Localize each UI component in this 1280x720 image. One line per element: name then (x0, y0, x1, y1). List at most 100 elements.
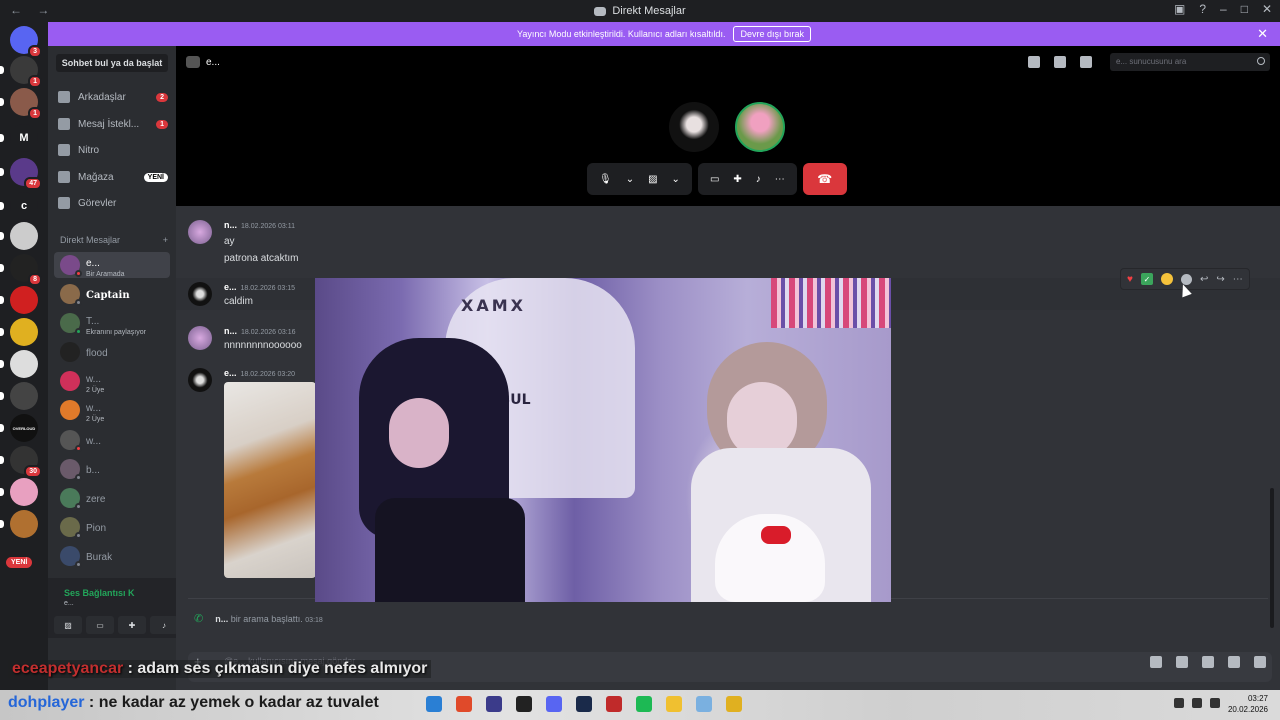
minimize-button[interactable]: – (1220, 2, 1227, 16)
dm-item[interactable]: zere (54, 485, 170, 511)
app-icon[interactable] (696, 696, 712, 712)
search-input[interactable]: e... sunucusunu ara (1110, 53, 1270, 71)
dm-item[interactable]: w... (54, 427, 170, 453)
author-name[interactable]: e... (224, 282, 237, 292)
dm-item[interactable]: w... 2 Üye (54, 397, 170, 423)
disable-streamer-mode-button[interactable]: Devre dışı bırak (733, 26, 811, 42)
call-participant-avatar[interactable] (669, 102, 719, 152)
discord-home-icon[interactable]: 3 (10, 26, 42, 58)
avatar[interactable] (188, 220, 212, 244)
app-icon[interactable] (456, 696, 472, 712)
gift-icon[interactable] (1150, 656, 1162, 668)
dm-item[interactable]: flood (54, 339, 170, 365)
check-reaction-icon[interactable]: ✓ (1140, 273, 1153, 285)
screen-share-icon[interactable]: ▭ (86, 616, 114, 634)
dm-item[interactable]: e... Bir Aramada (54, 252, 170, 278)
server-icon[interactable]: 8 (0, 254, 42, 286)
call-participant-avatar[interactable] (735, 102, 785, 152)
camera-off-icon[interactable]: ▨ (648, 174, 657, 185)
dm-item[interactable]: Captain (54, 281, 170, 307)
heart-reaction-icon[interactable]: ♥ (1127, 274, 1133, 285)
folder-icon[interactable] (666, 696, 682, 712)
microphone-icon[interactable]: 🎙 (599, 174, 612, 185)
server-icon[interactable] (0, 350, 38, 378)
avatar[interactable] (188, 368, 212, 392)
dog-image-attachment[interactable] (224, 382, 316, 578)
disconnect-button[interactable]: ☎ (802, 163, 847, 195)
server-icon[interactable]: 1 (0, 56, 42, 88)
server-icon[interactable] (0, 382, 38, 410)
server-icon[interactable] (0, 222, 38, 250)
app-icon[interactable] (516, 696, 532, 712)
history-nav[interactable]: ← → (10, 3, 55, 17)
app-icon[interactable] (486, 696, 502, 712)
soundboard-icon[interactable]: ♪ (756, 174, 761, 185)
profile-icon[interactable] (1080, 56, 1092, 68)
sticker-icon[interactable] (1202, 656, 1214, 668)
close-icon[interactable]: ✕ (1257, 26, 1268, 42)
server-icon[interactable]: 47 (0, 158, 42, 190)
nav-nitro[interactable]: Nitro (58, 139, 168, 161)
chevron-down-icon[interactable]: ⌄ (626, 174, 634, 185)
voice-channel-name[interactable]: e... (64, 600, 74, 607)
emoji-icon[interactable] (1228, 656, 1240, 668)
battery-icon[interactable] (1210, 698, 1220, 708)
pleading-reaction-icon[interactable] (1160, 273, 1173, 285)
reply-icon[interactable]: ↩ (1200, 274, 1208, 285)
apps-icon[interactable] (1254, 656, 1266, 668)
author-name[interactable]: e... (224, 368, 237, 378)
author-name[interactable]: n... (224, 220, 237, 230)
nav-message-requests[interactable]: Mesaj İstekl... 1 (58, 113, 168, 135)
activities-icon[interactable]: ✚ (118, 616, 146, 634)
stream-video[interactable]: XAMX NABUL (315, 278, 891, 602)
nav-quests[interactable]: Görevler (58, 192, 168, 214)
pin-icon[interactable] (1028, 56, 1040, 68)
gif-icon[interactable] (1176, 656, 1188, 668)
steam-icon[interactable] (576, 696, 592, 712)
author-name[interactable]: n... (224, 326, 237, 336)
inbox-icon[interactable]: ▣ (1174, 2, 1185, 16)
server-icon[interactable]: OVERLOUD (0, 414, 38, 442)
avatar[interactable] (188, 326, 212, 350)
screen-share-icon[interactable]: ▭ (710, 174, 719, 185)
app-icon[interactable] (606, 696, 622, 712)
server-icon[interactable]: M (0, 124, 38, 152)
camera-off-icon[interactable]: ▨ (54, 616, 82, 634)
nav-shop[interactable]: Mağaza YENİ (58, 166, 168, 188)
server-icon[interactable]: 30 (0, 446, 42, 478)
server-icon[interactable] (0, 318, 38, 346)
add-friends-icon[interactable] (1054, 56, 1066, 68)
server-icon[interactable] (0, 286, 38, 314)
nav-friends[interactable]: Arkadaşlar 2 (58, 86, 168, 108)
call-header-name[interactable]: e... (206, 57, 220, 68)
close-window-button[interactable]: ✕ (1262, 2, 1272, 16)
server-icon[interactable] (0, 510, 38, 538)
scrollbar[interactable] (1270, 488, 1274, 628)
create-dm-icon[interactable]: + (163, 235, 168, 245)
avatar[interactable] (188, 282, 212, 306)
dm-item[interactable]: b... (54, 456, 170, 482)
dm-item[interactable]: T... Ekranını paylaşıyor (54, 310, 170, 336)
discord-icon[interactable] (546, 696, 562, 712)
server-icon[interactable] (0, 478, 38, 506)
forward-icon[interactable]: ↪ (1216, 274, 1224, 285)
server-icon[interactable]: c (0, 192, 38, 220)
help-icon[interactable]: ? (1199, 2, 1206, 16)
app-icon[interactable] (726, 696, 742, 712)
more-icon[interactable]: ⋯ (1233, 274, 1243, 285)
soundboard-icon[interactable]: ♪ (150, 616, 178, 634)
find-conversation-button[interactable]: Sohbet bul ya da başlat (56, 54, 168, 72)
network-icon[interactable] (1174, 698, 1184, 708)
author-name[interactable]: n... (215, 614, 228, 624)
dm-item[interactable]: w... 2 Üye (54, 368, 170, 394)
dm-item[interactable]: Burak (54, 543, 170, 569)
maximize-button[interactable]: □ (1241, 2, 1248, 16)
more-icon[interactable]: ⋯ (775, 174, 785, 185)
server-icon[interactable]: 1 (0, 88, 42, 120)
start-icon[interactable] (426, 696, 442, 712)
dm-item[interactable]: Pion (54, 514, 170, 540)
chevron-down-icon[interactable]: ⌄ (672, 174, 680, 185)
taskbar-clock[interactable]: 03:27 20.02.2026 (1228, 693, 1268, 715)
volume-icon[interactable] (1192, 698, 1202, 708)
spotify-icon[interactable] (636, 696, 652, 712)
